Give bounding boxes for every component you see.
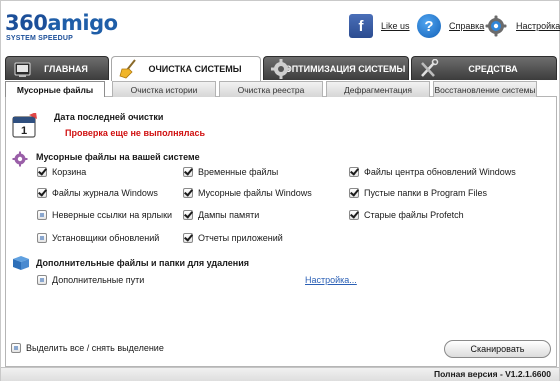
version-label: Полная версия - V1.2.1.6600 — [433, 369, 551, 379]
gear-icon — [484, 14, 508, 38]
gear-optimize-icon — [271, 59, 291, 79]
option-label: Корзина — [52, 167, 87, 177]
books-icon — [13, 256, 29, 270]
checkbox[interactable] — [37, 233, 47, 243]
option-temp-files[interactable]: Временные файлы — [183, 167, 278, 177]
option-old-prefetch-files[interactable]: Старые файлы Profetch — [349, 210, 464, 220]
settings-link[interactable]: Настройка — [484, 13, 560, 39]
option-recycle-bin[interactable]: Корзина — [37, 167, 86, 177]
option-label: Файлы центра обновлений Windows — [364, 167, 516, 177]
calendar-icon: 1 — [12, 113, 37, 138]
help-label: Справка — [449, 21, 485, 31]
broom-icon — [119, 59, 136, 79]
option-label: Мусорные файлы Windows — [198, 188, 312, 198]
home-icon — [14, 62, 31, 77]
tab-tools[interactable]: СРЕДСТВА — [411, 56, 557, 80]
option-windows-log-files[interactable]: Файлы журнала Windows — [37, 188, 158, 198]
checkbox[interactable] — [349, 210, 359, 220]
checkbox[interactable] — [183, 210, 193, 220]
checkbox[interactable] — [183, 167, 193, 177]
option-label: Дампы памяти — [198, 210, 260, 220]
tab-tools-label: СРЕДСТВА — [468, 63, 518, 74]
tab-system-cleanup-label: ОЧИСТКА СИСТЕМЫ — [148, 64, 242, 74]
option-memory-dumps[interactable]: Дампы памяти — [183, 210, 259, 220]
tab-system-optimization[interactable]: ОПТИМИЗАЦИЯ СИСТЕМЫ — [263, 56, 409, 80]
option-windows-junk-files[interactable]: Мусорные файлы Windows — [183, 188, 312, 198]
subtab-system-restore[interactable]: Восстановление системы — [433, 81, 537, 97]
checkbox[interactable] — [37, 210, 47, 220]
app-window: 360amigo SYSTEM SPEEDUP f Like us ? Спра… — [0, 0, 560, 381]
like-us-link[interactable]: f Like us — [349, 13, 410, 39]
option-empty-program-folders[interactable]: Пустые папки в Program Files — [349, 188, 487, 198]
subtab-junk-files[interactable]: Мусорные файлы — [5, 81, 105, 98]
select-all-toggle[interactable]: Выделить все / снять выделение — [11, 343, 164, 353]
calendar-day: 1 — [21, 125, 27, 137]
status-bar: Полная версия - V1.2.1.6600 — [1, 367, 559, 381]
tab-home-label: ГЛАВНАЯ — [44, 63, 88, 74]
checkbox[interactable] — [37, 167, 47, 177]
checkbox[interactable] — [11, 343, 21, 353]
checkbox[interactable] — [37, 275, 47, 285]
extra-section-title: Дополнительные файлы и папки для удалени… — [36, 258, 249, 268]
last-clean-status: Проверка еще не выполнялась — [65, 128, 206, 138]
option-label: Установщики обновлений — [52, 233, 160, 243]
option-label: Дополнительные пути — [52, 275, 145, 285]
option-label: Файлы журнала Windows — [52, 188, 158, 198]
option-additional-paths[interactable]: Дополнительные пути — [37, 275, 144, 285]
checkbox[interactable] — [37, 188, 47, 198]
tab-home[interactable]: ГЛАВНАЯ — [5, 56, 109, 80]
option-windows-update-files[interactable]: Файлы центра обновлений Windows — [349, 167, 516, 177]
option-update-installers[interactable]: Установщики обновлений — [37, 233, 159, 243]
help-icon: ? — [417, 14, 441, 38]
help-link[interactable]: ? Справка — [417, 13, 484, 39]
junk-section-title: Мусорные файлы на вашей системе — [36, 152, 200, 162]
settings-label: Настройка — [516, 21, 560, 31]
header: 360amigo SYSTEM SPEEDUP f Like us ? Спра… — [1, 1, 560, 57]
subtab-defragmentation[interactable]: Дефрагментация — [326, 81, 430, 97]
last-clean-title: Дата последней очистки — [54, 112, 164, 122]
gears-icon — [12, 151, 28, 167]
junk-files-panel: 1 Дата последней очистки Проверка еще не… — [5, 97, 557, 367]
logo-wordmark: 360amigo — [5, 11, 118, 35]
tab-system-cleanup[interactable]: ОЧИСТКА СИСТЕМЫ — [111, 56, 261, 81]
facebook-icon: f — [349, 14, 373, 38]
checkbox[interactable] — [349, 188, 359, 198]
logo-text-amigo: amigo — [47, 11, 118, 35]
checkbox[interactable] — [349, 167, 359, 177]
paths-settings-link[interactable]: Настройка... — [305, 275, 357, 285]
logo-text-360: 360 — [5, 11, 48, 35]
option-label: Неверные ссылки на ярлыки — [52, 210, 173, 220]
scan-button[interactable]: Сканировать — [444, 340, 551, 358]
logo: 360amigo SYSTEM SPEEDUP — [5, 7, 135, 55]
main-tabs: ГЛАВНАЯ ОЧИСТКА СИСТЕМЫ ОПТИМИЗАЦИЯ СИСТ… — [5, 56, 557, 81]
option-label: Временные файлы — [198, 167, 279, 177]
option-label: Пустые папки в Program Files — [364, 188, 487, 198]
option-label: Отчеты приложений — [198, 233, 283, 243]
logo-subtitle: SYSTEM SPEEDUP — [6, 35, 73, 42]
tools-icon — [421, 59, 439, 77]
like-us-label: Like us — [381, 21, 410, 31]
option-broken-shortcuts[interactable]: Неверные ссылки на ярлыки — [37, 210, 172, 220]
subtab-history-cleanup[interactable]: Очистка истории — [112, 81, 216, 97]
option-label: Старые файлы Profetch — [364, 210, 464, 220]
option-app-reports[interactable]: Отчеты приложений — [183, 233, 283, 243]
checkbox[interactable] — [183, 188, 193, 198]
sub-tabs: Мусорные файлы Очистка истории Очистка р… — [5, 80, 557, 98]
checkbox[interactable] — [183, 233, 193, 243]
subtab-registry-cleanup[interactable]: Очистка реестра — [219, 81, 323, 97]
select-all-label: Выделить все / снять выделение — [26, 343, 164, 353]
